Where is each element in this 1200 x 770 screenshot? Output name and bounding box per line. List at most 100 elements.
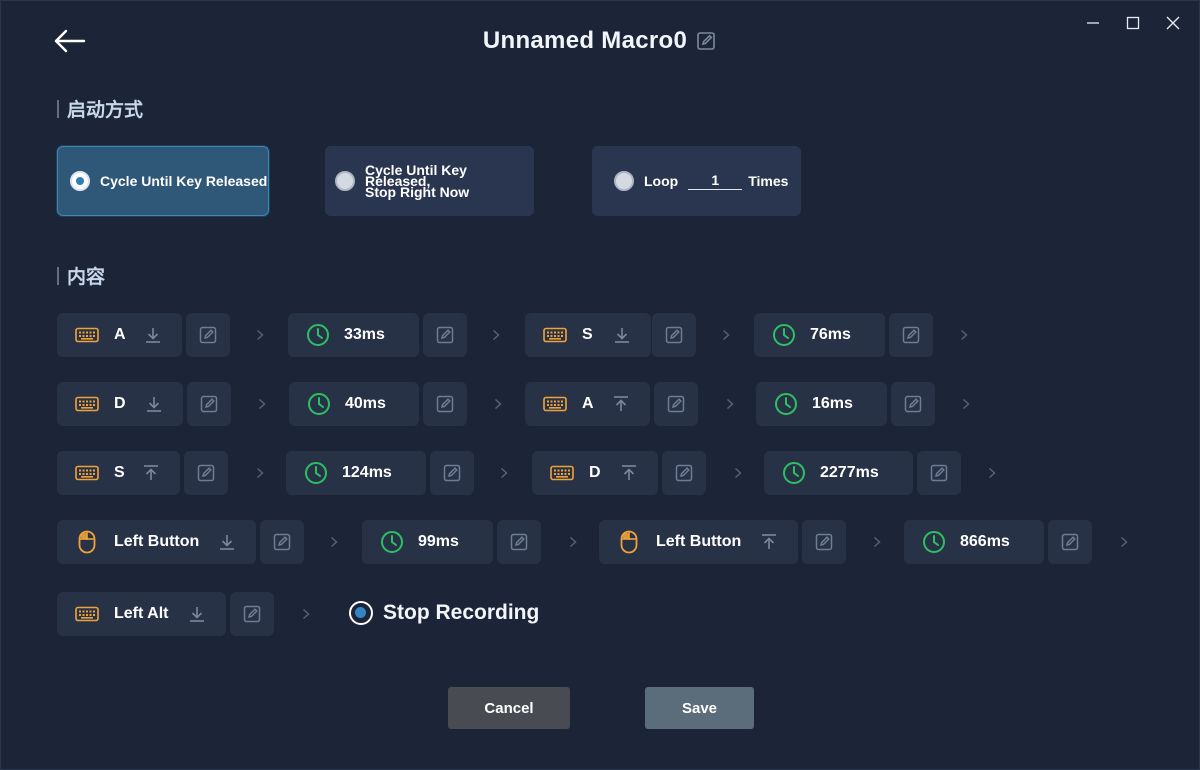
edit-icon — [197, 464, 215, 482]
edit-step-button[interactable] — [917, 451, 961, 495]
edit-step-button[interactable] — [891, 382, 935, 426]
delay-step[interactable]: 866ms — [904, 520, 1044, 564]
key-down-icon — [190, 607, 204, 622]
key-step[interactable]: D — [57, 382, 183, 426]
edit-step-button[interactable] — [654, 382, 698, 426]
key-step[interactable]: D — [532, 451, 658, 495]
edit-step-button[interactable] — [184, 451, 228, 495]
edit-step-button[interactable] — [430, 451, 474, 495]
step-separator-arrow — [719, 327, 733, 343]
delay-step[interactable]: 124ms — [286, 451, 426, 495]
delay-step[interactable]: 40ms — [289, 382, 419, 426]
stop-recording-button[interactable]: Stop Recording — [349, 601, 539, 625]
key-up-icon — [762, 534, 776, 549]
edit-icon — [902, 326, 920, 344]
chevron-right-icon — [494, 398, 502, 410]
delay-value: 76ms — [810, 326, 851, 343]
mouse-step[interactable]: Left Button — [599, 520, 798, 564]
delay-value: 866ms — [960, 533, 1010, 550]
mouse-button-name: Left Button — [656, 533, 742, 550]
step-separator-arrow — [253, 327, 267, 343]
edit-step-button[interactable] — [1048, 520, 1092, 564]
keyboard-icon — [543, 327, 567, 343]
loop-count-input[interactable] — [688, 172, 743, 190]
chevron-right-icon — [726, 398, 734, 410]
clock-icon — [775, 393, 797, 415]
edit-step-button[interactable] — [423, 382, 467, 426]
edit-icon — [697, 32, 715, 50]
key-up-icon — [144, 465, 158, 480]
step-separator-arrow — [1117, 534, 1131, 550]
chevron-right-icon — [492, 329, 500, 341]
key-name: D — [114, 395, 126, 412]
edit-icon — [904, 395, 922, 413]
radio-selected[interactable] — [70, 171, 90, 191]
edit-step-button[interactable] — [652, 313, 696, 357]
edit-icon — [510, 533, 528, 551]
delay-value: 2277ms — [820, 464, 879, 481]
key-name: S — [114, 464, 125, 481]
chevron-right-icon — [256, 329, 264, 341]
key-step[interactable]: Left Alt — [57, 592, 226, 636]
keyboard-icon — [543, 396, 567, 412]
delay-step[interactable]: 76ms — [754, 313, 885, 357]
key-step[interactable]: A — [525, 382, 650, 426]
mode-loop-times[interactable]: Loop Times — [592, 146, 801, 216]
edit-icon — [1061, 533, 1079, 551]
loop-suffix: Times — [748, 173, 789, 189]
delay-step[interactable]: 33ms — [288, 313, 419, 357]
mouse-icon — [78, 530, 96, 554]
mode-cycle-stop-right-now[interactable]: Cycle Until Key Released, Stop Right Now — [325, 146, 534, 216]
delay-step[interactable]: 16ms — [756, 382, 887, 426]
keyboard-icon — [75, 606, 99, 622]
clock-icon — [307, 324, 329, 346]
delay-step[interactable]: 99ms — [362, 520, 493, 564]
radio-unselected[interactable] — [335, 171, 355, 191]
edit-step-button[interactable] — [423, 313, 467, 357]
mouse-step[interactable]: Left Button — [57, 520, 256, 564]
edit-icon — [815, 533, 833, 551]
key-name: Left Alt — [114, 605, 169, 622]
edit-icon — [200, 395, 218, 413]
edit-step-button[interactable] — [497, 520, 541, 564]
save-button[interactable]: Save — [645, 687, 754, 729]
edit-icon — [930, 464, 948, 482]
edit-icon — [665, 326, 683, 344]
mode-cycle-until-released[interactable]: Cycle Until Key Released — [57, 146, 269, 216]
step-separator-arrow — [566, 534, 580, 550]
edit-step-button[interactable] — [187, 382, 231, 426]
edit-step-button[interactable] — [260, 520, 304, 564]
title-bar: Unnamed Macro0 — [1, 27, 1199, 55]
step-separator-arrow — [253, 465, 267, 481]
mouse-button-name: Left Button — [114, 533, 200, 550]
delay-value: 124ms — [342, 464, 392, 481]
chevron-right-icon — [988, 467, 996, 479]
edit-icon — [273, 533, 291, 551]
key-step[interactable]: S — [57, 451, 180, 495]
rename-button[interactable] — [695, 30, 717, 52]
key-down-icon — [220, 535, 234, 550]
edit-step-button[interactable] — [230, 592, 274, 636]
edit-step-button[interactable] — [186, 313, 230, 357]
delay-value: 16ms — [812, 395, 853, 412]
section-marker — [57, 99, 59, 118]
edit-step-button[interactable] — [662, 451, 706, 495]
key-name: S — [582, 326, 593, 343]
step-separator-arrow — [299, 606, 313, 622]
step-separator-arrow — [491, 396, 505, 412]
radio-unselected[interactable] — [614, 171, 634, 191]
chevron-right-icon — [256, 467, 264, 479]
delay-step[interactable]: 2277ms — [764, 451, 913, 495]
cancel-button[interactable]: Cancel — [448, 687, 570, 729]
chevron-right-icon — [1120, 536, 1128, 548]
key-step[interactable]: S — [525, 313, 651, 357]
keyboard-icon — [75, 327, 99, 343]
edit-step-button[interactable] — [889, 313, 933, 357]
chevron-right-icon — [569, 536, 577, 548]
key-step[interactable]: A — [57, 313, 182, 357]
content-heading: 内容 — [57, 262, 105, 289]
mode-cycle-stop-right-now-label: Cycle Until Key Released, Stop Right Now — [365, 163, 534, 199]
step-separator-arrow — [327, 534, 341, 550]
key-down-icon — [615, 328, 629, 343]
edit-step-button[interactable] — [802, 520, 846, 564]
